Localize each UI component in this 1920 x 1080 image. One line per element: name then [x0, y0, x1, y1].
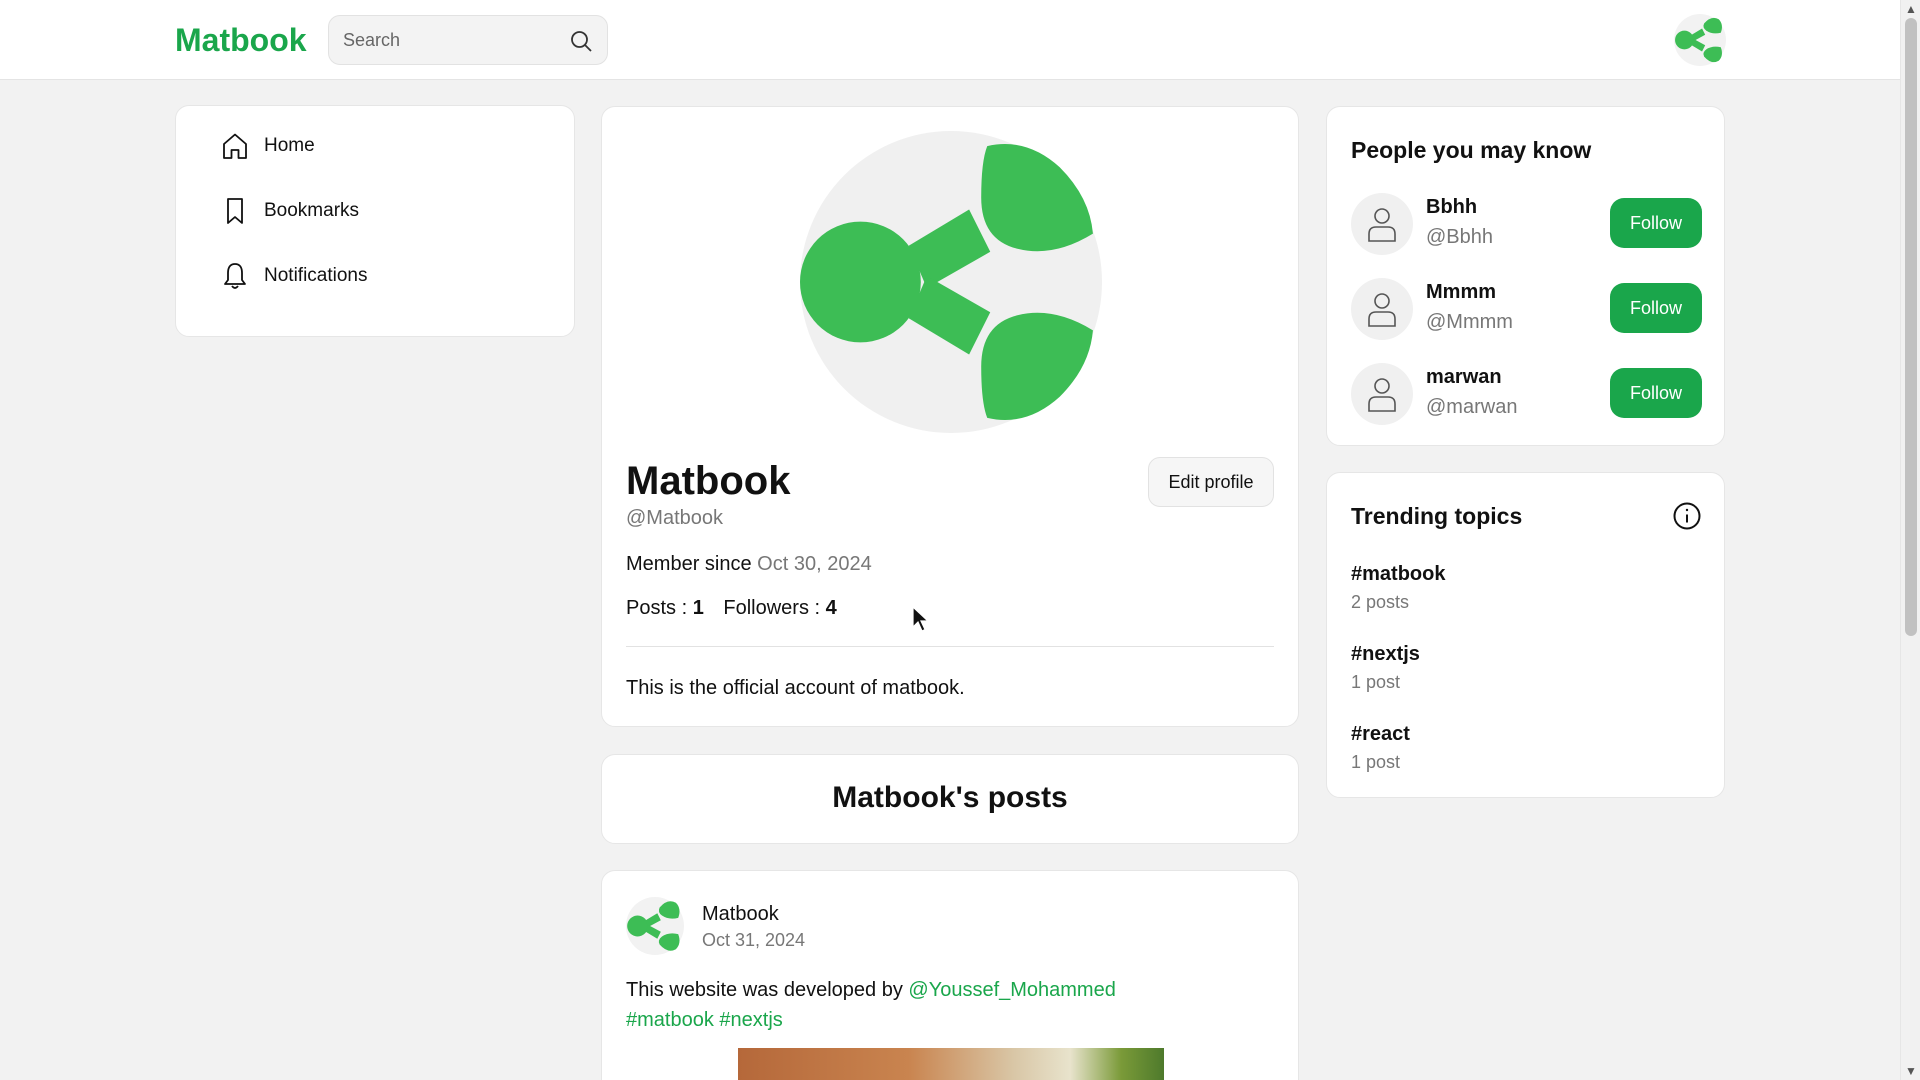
post-author[interactable]: Matbook [702, 903, 779, 926]
profile-card: Matbook @Matbook Edit profile Member sin… [601, 106, 1299, 727]
follow-button[interactable]: Follow [1610, 283, 1702, 333]
topic-count: 2 posts [1351, 592, 1410, 612]
person-item: Mmmm @Mmmm Follow [1351, 278, 1706, 340]
person-name[interactable]: Mmmm [1426, 281, 1496, 304]
post-hashtag-link[interactable]: #matbook [626, 1009, 714, 1031]
posts-section-title: Matbook's posts [832, 781, 1068, 814]
avatar[interactable] [1351, 278, 1413, 340]
sidebar-item-label: Bookmarks [264, 200, 360, 221]
trending-topic[interactable]: #matbook 2 posts [1351, 563, 1445, 613]
topic-count: 1 post [1351, 672, 1401, 692]
avatar[interactable] [1351, 193, 1413, 255]
divider [626, 646, 1274, 647]
search-box[interactable] [328, 15, 608, 65]
posts-header-card: Matbook's posts [601, 754, 1299, 844]
profile-bio: This is the official account of matbook. [626, 677, 965, 699]
user-avatar[interactable] [1674, 14, 1726, 66]
info-icon[interactable] [1672, 501, 1702, 531]
followers-count: 4 [825, 597, 837, 619]
sidebar-item-bookmarks[interactable]: Bookmarks [220, 191, 359, 231]
sidebar-item-label: Home [264, 135, 315, 156]
topic-count: 1 post [1351, 752, 1401, 772]
posts-count: 1 [692, 597, 704, 619]
user-placeholder-icon [1368, 293, 1396, 327]
person-handle: @marwan [1426, 396, 1518, 418]
followers-stat[interactable]: Followers : 4 [723, 597, 836, 619]
trending-topic[interactable]: #nextjs 1 post [1351, 643, 1420, 693]
person-name[interactable]: Bbhh [1426, 196, 1477, 219]
sidebar-item-notifications[interactable]: Notifications [220, 256, 368, 296]
member-since: Member since Oct 30, 2024 [626, 553, 872, 576]
follow-button[interactable]: Follow [1610, 368, 1702, 418]
posts-stat[interactable]: Posts : 1 [626, 597, 704, 619]
posts-label: Posts : [626, 597, 688, 619]
bell-icon [224, 263, 246, 289]
member-since-label: Member since [626, 553, 752, 575]
followers-label: Followers : [723, 597, 821, 619]
sidebar-item-label: Notifications [264, 265, 368, 286]
profile-stats: Posts : 1 Followers : 4 [626, 597, 837, 620]
follow-button[interactable]: Follow [1610, 198, 1702, 248]
people-suggestions-card: People you may know Bbhh @Bbhh Follow Mm… [1326, 106, 1725, 446]
home-icon [223, 133, 247, 159]
person-item: marwan @marwan Follow [1351, 363, 1706, 425]
member-since-date: Oct 30, 2024 [757, 553, 872, 575]
topic-tag: #react [1351, 723, 1410, 745]
trending-topic[interactable]: #react 1 post [1351, 723, 1410, 773]
person-handle: @Bbhh [1426, 226, 1494, 248]
profile-photo [800, 131, 1102, 433]
post-image[interactable] [738, 1046, 1164, 1080]
post-date: Oct 31, 2024 [702, 930, 806, 950]
topic-tag: #nextjs [1351, 643, 1420, 665]
profile-handle: @Matbook [626, 507, 724, 529]
person-name[interactable]: marwan [1426, 366, 1502, 389]
person-handle: @Mmmm [1426, 311, 1513, 333]
post-body: This website was developed by [626, 979, 903, 1001]
people-title: People you may know [1351, 137, 1592, 163]
user-placeholder-icon [1368, 208, 1396, 242]
person-item: Bbhh @Bbhh Follow [1351, 193, 1706, 255]
scroll-up-arrow[interactable]: ▲ [1905, 2, 1917, 16]
scroll-down-arrow[interactable]: ▼ [1905, 1064, 1917, 1078]
sidebar-nav: Home Bookmarks Notifications [175, 105, 575, 337]
post-author-avatar[interactable] [626, 897, 684, 955]
top-bar: Matbook [0, 0, 1900, 80]
user-placeholder-icon [1368, 378, 1396, 412]
edit-profile-button[interactable]: Edit profile [1148, 457, 1274, 507]
bookmark-icon [227, 198, 243, 224]
search-icon[interactable] [569, 29, 593, 53]
post-hashtag-link[interactable]: #nextjs [719, 1009, 782, 1031]
avatar[interactable] [1351, 363, 1413, 425]
page-scrollbar[interactable]: ▲ ▼ [1900, 0, 1920, 1080]
search-input[interactable] [343, 16, 563, 64]
trending-topics-card: Trending topics #matbook 2 posts #nextjs… [1326, 472, 1725, 798]
sidebar-item-home[interactable]: Home [220, 126, 315, 166]
post-mention-link[interactable]: @Youssef_Mohammed [908, 979, 1115, 1001]
post-text: This website was developed by @Youssef_M… [626, 975, 1116, 1035]
trending-title: Trending topics [1351, 503, 1523, 529]
post-card: Matbook Oct 31, 2024 This website was de… [601, 870, 1299, 1080]
logo[interactable]: Matbook [175, 22, 307, 59]
scroll-thumb[interactable] [1905, 18, 1917, 636]
profile-name: Matbook [626, 459, 791, 503]
topic-tag: #matbook [1351, 563, 1446, 585]
mouse-cursor-icon [912, 606, 930, 632]
